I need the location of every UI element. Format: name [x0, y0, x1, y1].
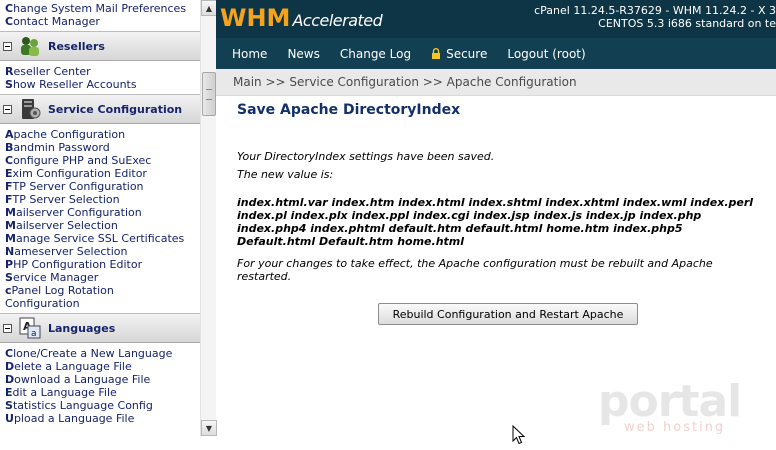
collapse-icon[interactable]: [3, 104, 12, 114]
sidebar-item-manage-service-ssl-certificates[interactable]: Manage Service SSL Certificates: [0, 232, 200, 245]
sidebar-item-upload-language-file[interactable]: Upload a Language File: [0, 412, 200, 425]
version-line: cPanel 11.24.5-R37629 - WHM 11.24.2 - X …: [534, 4, 776, 17]
rebuild-restart-apache-button[interactable]: Rebuild Configuration and Restart Apache: [378, 303, 638, 325]
sidebar-item-ftp-server-selection[interactable]: FTP Server Selection: [0, 193, 200, 206]
nav-secure[interactable]: Secure: [431, 47, 487, 61]
sidebar-item-apache-configuration[interactable]: Apache Configuration: [0, 128, 200, 141]
sidebar-item-contact-manager[interactable]: Contact Manager: [0, 15, 200, 28]
sidebar-item-exim-configuration-editor[interactable]: Exim Configuration Editor: [0, 167, 200, 180]
nav-logout[interactable]: Logout (root): [507, 47, 585, 61]
sidebar-group-languages: Clone/Create a New Language Delete a Lan…: [0, 345, 200, 425]
sidebar-item-clone-create-language[interactable]: Clone/Create a New Language: [0, 347, 200, 360]
logo-whm-text: WHM: [220, 4, 291, 32]
sidebar-item-download-language-file[interactable]: Download a Language File: [0, 373, 200, 386]
mouse-cursor-icon: [512, 425, 526, 445]
sidebar-item-ftp-server-configuration[interactable]: FTP Server Configuration: [0, 180, 200, 193]
sidebar: Change System Mail Preferences Contact M…: [0, 0, 200, 436]
collapse-icon[interactable]: [3, 323, 12, 333]
scrollbar-thumb[interactable]: [202, 72, 216, 116]
breadcrumb: Main >> Service Configuration >> Apache …: [216, 69, 776, 96]
svg-text:a: a: [31, 329, 37, 339]
directory-index-value: index.html.var index.htm index.html inde…: [237, 196, 776, 248]
nav-secure-label: Secure: [446, 46, 488, 61]
sidebar-group-top: Change System Mail Preferences Contact M…: [0, 0, 200, 28]
sidebar-item-mailserver-configuration[interactable]: Mailserver Configuration: [0, 206, 200, 219]
sidebar-item-change-system-mail-preferences[interactable]: Change System Mail Preferences: [0, 2, 200, 15]
sidebar-section-title: Languages: [48, 321, 116, 335]
sidebar-group-resellers: Reseller Center Show Reseller Accounts: [0, 63, 200, 91]
sidebar-item-delete-language-file[interactable]: Delete a Language File: [0, 360, 200, 373]
scroll-up-arrow-icon[interactable]: ▲: [201, 0, 217, 16]
sidebar-item-configure-php-suexec[interactable]: Configure PHP and SuExec: [0, 154, 200, 167]
sidebar-item-cpanel-log-rotation-cont[interactable]: Configuration: [0, 297, 200, 310]
sidebar-item-reseller-center[interactable]: Reseller Center: [0, 65, 200, 78]
version-info: cPanel 11.24.5-R37629 - WHM 11.24.2 - X …: [516, 4, 776, 30]
directory-index-line: index.html.var index.htm index.html inde…: [237, 196, 754, 209]
server-gear-icon: [22, 99, 41, 119]
scroll-down-arrow-icon[interactable]: ▼: [201, 420, 217, 436]
page-title: Save Apache DirectoryIndex: [237, 102, 461, 118]
sidebar-group-service-configuration: Apache Configuration Bandmin Password Co…: [0, 126, 200, 310]
resellers-icon: [21, 37, 39, 56]
directory-index-line: Default.html Default.htm home.html: [237, 235, 465, 248]
lock-icon: [432, 48, 441, 59]
collapse-icon[interactable]: [3, 41, 12, 51]
sidebar-item-mailserver-selection[interactable]: Mailserver Selection: [0, 219, 200, 232]
sidebar-section-languages[interactable]: A a Languages: [0, 313, 200, 343]
sidebar-item-cpanel-log-rotation[interactable]: cPanel Log Rotation: [0, 284, 200, 297]
sidebar-item-php-configuration-editor[interactable]: PHP Configuration Editor: [0, 258, 200, 271]
sidebar-section-title: Resellers: [48, 39, 105, 53]
watermark-tagline: web hosting: [624, 420, 726, 435]
sidebar-section-resellers[interactable]: Resellers: [0, 31, 200, 61]
sidebar-section-service-configuration[interactable]: Service Configuration: [0, 94, 200, 124]
sidebar-item-statistics-language-config[interactable]: Statistics Language Config: [0, 399, 200, 412]
sidebar-item-bandmin-password[interactable]: Bandmin Password: [0, 141, 200, 154]
sidebar-item-nameserver-selection[interactable]: Nameserver Selection: [0, 245, 200, 258]
os-line: CENTOS 5.3 i686 standard on te: [598, 17, 776, 30]
nav-home[interactable]: Home: [232, 47, 267, 61]
header: WHM Accelerated cPanel 11.24.5-R37629 - …: [216, 0, 776, 38]
sidebar-item-service-manager[interactable]: Service Manager: [0, 271, 200, 284]
sidebar-scrollbar[interactable]: ▲ ▼: [200, 0, 217, 436]
nav-change-log[interactable]: Change Log: [340, 47, 411, 61]
new-value-label: The new value is:: [237, 168, 334, 181]
whm-logo[interactable]: WHM Accelerated: [220, 4, 383, 34]
directory-index-line: index.pl index.plx index.ppl index.cgi i…: [237, 209, 702, 222]
language-icon: A a: [19, 317, 41, 339]
logo-accelerated-text: Accelerated: [292, 11, 383, 30]
sidebar-section-title: Service Configuration: [48, 102, 183, 116]
nav-news[interactable]: News: [287, 47, 319, 61]
directory-index-line: index.php4 index.phtml default.htm defau…: [237, 222, 683, 235]
portal-watermark: portal web hosting: [598, 376, 748, 442]
sidebar-item-edit-language-file[interactable]: Edit a Language File: [0, 386, 200, 399]
saved-message: Your DirectoryIndex settings have been s…: [237, 150, 495, 163]
sidebar-item-show-reseller-accounts[interactable]: Show Reseller Accounts: [0, 78, 200, 91]
restart-note: For your changes to take effect, the Apa…: [237, 257, 713, 283]
top-nav: Home News Change Log Secure Logout (root…: [216, 38, 776, 69]
